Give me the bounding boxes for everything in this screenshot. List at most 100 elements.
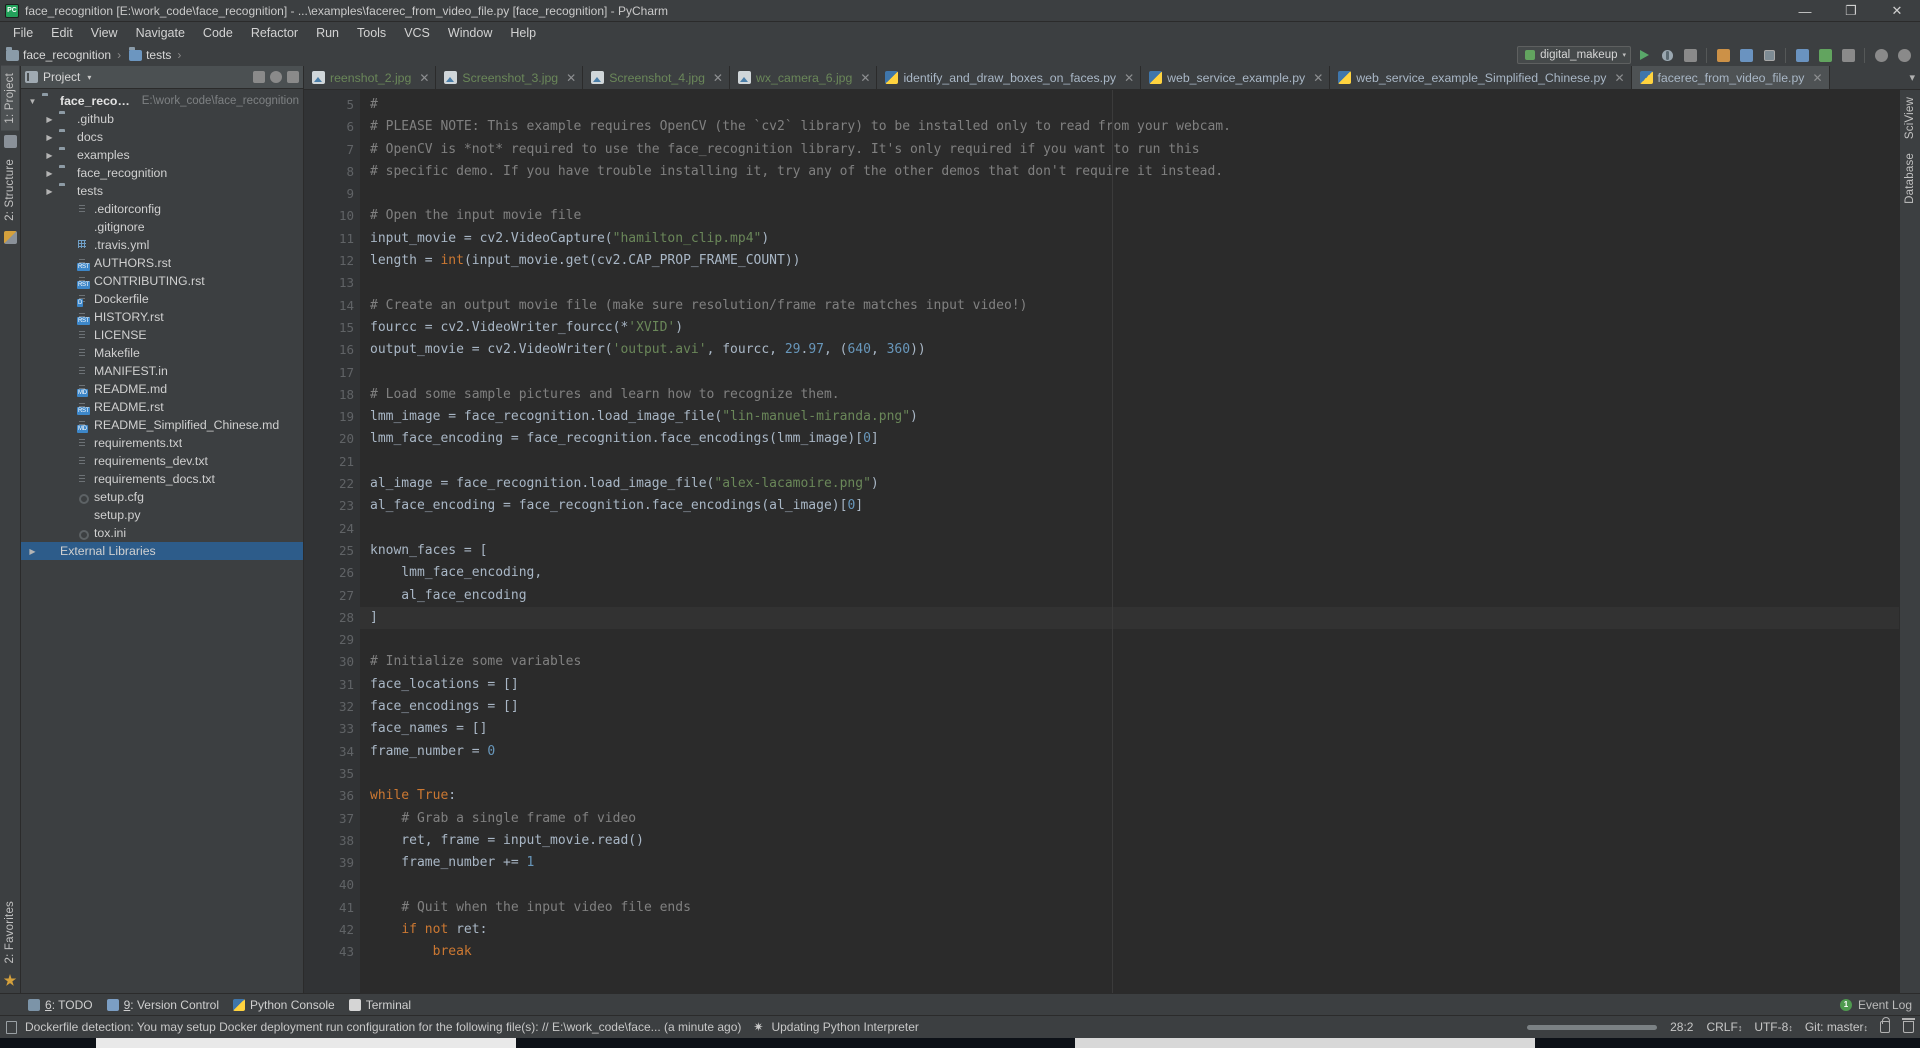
editor-tab[interactable]: facerec_from_video_file.py ✕ <box>1631 66 1830 89</box>
tree-item[interactable]: ▶ docs <box>21 128 303 146</box>
tree-item[interactable]: ▶RSTAUTHORS.rst <box>21 254 303 272</box>
chevron-right-icon[interactable]: ▶ <box>27 547 38 556</box>
gutter-line-number[interactable]: 43 <box>304 941 360 963</box>
code-line[interactable] <box>360 272 1899 294</box>
code-line[interactable]: # PLEASE NOTE: This example requires Ope… <box>360 116 1899 138</box>
chevron-right-icon[interactable]: ▶ <box>44 115 55 124</box>
profile-button[interactable] <box>1713 45 1733 65</box>
code-line[interactable] <box>360 518 1899 540</box>
close-icon[interactable]: ✕ <box>713 71 723 85</box>
hide-icon[interactable] <box>287 71 299 83</box>
code-line[interactable]: if not ret: <box>360 919 1899 941</box>
tree-item[interactable]: ▶requirements.txt <box>21 434 303 452</box>
code-line[interactable]: # OpenCV is *not* required to use the fa… <box>360 139 1899 161</box>
search-everywhere-button[interactable] <box>1894 45 1914 65</box>
tool-window-structure[interactable]: 2: Structure <box>1 152 19 228</box>
gutter-line-number[interactable]: 22 <box>304 473 360 495</box>
code-line[interactable]: frame_number += 1 <box>360 852 1899 874</box>
gutter-line-number[interactable]: 11 <box>304 228 360 250</box>
editor-tab[interactable]: web_service_example.py ✕ <box>1141 66 1331 89</box>
gutter-line-number[interactable]: 39 <box>304 852 360 874</box>
vcs-history-button[interactable] <box>1838 45 1858 65</box>
tree-item[interactable]: ▶RSTREADME.rst <box>21 398 303 416</box>
gutter-line-number[interactable]: 14 <box>304 295 360 317</box>
code-line[interactable]: known_faces = [ <box>360 540 1899 562</box>
close-icon[interactable]: ✕ <box>1614 71 1624 85</box>
tree-item[interactable]: ▶ External Libraries <box>21 542 303 560</box>
bottom-tool-window-version-control[interactable]: 9: Version Control <box>106 998 219 1012</box>
gutter-line-number[interactable]: 42 <box>304 919 360 941</box>
code-line[interactable]: face_names = [] <box>360 718 1899 740</box>
code-line[interactable]: ] <box>360 606 1899 630</box>
editor-tab[interactable]: wx_camera_6.jpg ✕ <box>729 66 878 89</box>
gutter-line-number[interactable]: 19 <box>304 406 360 428</box>
editor-tab[interactable]: identify_and_draw_boxes_on_faces.py ✕ <box>877 66 1142 89</box>
gutter-line-number[interactable]: 27 <box>304 585 360 607</box>
breadcrumb-item-tests[interactable]: tests › <box>127 46 187 62</box>
code-line[interactable]: length = int(input_movie.get(cv2.CAP_PRO… <box>360 250 1899 272</box>
attach-button[interactable] <box>1736 45 1756 65</box>
gutter-line-number[interactable]: 13 <box>304 272 360 294</box>
maximize-button[interactable]: ❐ <box>1828 0 1874 22</box>
bottom-tool-window-python-console[interactable]: Python Console <box>233 998 335 1012</box>
gutter-line-number[interactable]: 31 <box>304 674 360 696</box>
gutter-line-number[interactable]: 29 <box>304 629 360 651</box>
encoding-selector[interactable]: UTF-8↕ <box>1754 1020 1792 1034</box>
close-icon[interactable]: ✕ <box>566 71 576 85</box>
menu-tools[interactable]: Tools <box>348 24 395 42</box>
event-log-button[interactable]: Event Log <box>1858 998 1912 1012</box>
tree-item[interactable]: ▶ face_recognition <box>21 164 303 182</box>
gutter-line-number[interactable]: 24 <box>304 518 360 540</box>
gutter-line-number[interactable]: 25 <box>304 540 373 572</box>
code-line[interactable] <box>360 629 1899 651</box>
gutter-line-number[interactable]: 35 <box>304 763 360 785</box>
gutter-line-number[interactable]: 37 <box>304 808 360 830</box>
gutter-line-number[interactable]: 7 <box>304 139 360 161</box>
breadcrumb-item-project[interactable]: face_recognition › <box>4 46 127 62</box>
close-icon[interactable]: ✕ <box>1812 71 1822 85</box>
bottom-tool-window-terminal[interactable]: Terminal <box>348 998 411 1012</box>
code-line[interactable]: ret, frame = input_movie.read() <box>360 830 1899 852</box>
menu-help[interactable]: Help <box>501 24 545 42</box>
tree-item[interactable]: ▼ face_recognition E:\work_code\face_recog… <box>21 92 303 110</box>
code-line[interactable] <box>360 451 1899 473</box>
gutter-line-number[interactable]: 41 <box>304 897 360 919</box>
status-message[interactable]: Dockerfile detection: You may setup Dock… <box>25 1020 741 1034</box>
gutter-line-number[interactable]: 5 <box>304 94 360 116</box>
run-configuration-selector[interactable]: digital_makeup ▾ <box>1517 46 1631 64</box>
project-file-tree[interactable]: ▼ face_recognition E:\work_code\face_recog… <box>21 89 303 993</box>
code-line[interactable]: while True: <box>360 785 1899 807</box>
close-icon[interactable]: ✕ <box>860 71 870 85</box>
git-branch-selector[interactable]: Git: master↕ <box>1805 1020 1868 1034</box>
minimize-button[interactable]: — <box>1782 0 1828 22</box>
line-separator-selector[interactable]: CRLF↕ <box>1706 1020 1742 1034</box>
gutter-line-number[interactable]: 23 <box>304 495 360 517</box>
close-icon[interactable]: ✕ <box>1124 71 1134 85</box>
editor-tab[interactable]: web_service_example_Simplified_Chinese.p… <box>1330 66 1632 89</box>
code-line[interactable]: # <box>360 94 1899 116</box>
tree-item[interactable]: ▶MDREADME_Simplified_Chinese.md <box>21 416 303 434</box>
code-line[interactable]: # Create an output movie file (make sure… <box>360 295 1899 317</box>
gutter-line-number[interactable]: 12 <box>304 250 360 272</box>
tool-window-project[interactable]: 1: Project <box>1 66 19 131</box>
tree-item[interactable]: ▶LICENSE <box>21 326 303 344</box>
chevron-down-icon[interactable]: ▾ <box>87 73 91 82</box>
tool-window-sciview[interactable]: SciView <box>1901 90 1919 146</box>
tree-item[interactable]: ▶setup.cfg <box>21 488 303 506</box>
gear-icon[interactable] <box>270 71 282 83</box>
tree-item[interactable]: ▶MDREADME.md <box>21 380 303 398</box>
code-line[interactable] <box>360 874 1899 896</box>
gutter-line-number[interactable]: 10 <box>304 205 373 238</box>
menu-window[interactable]: Window <box>439 24 501 42</box>
lock-icon[interactable] <box>1880 1017 1890 1033</box>
tree-item[interactable]: ▶ tests <box>21 182 303 200</box>
tree-item[interactable]: ▶setup.py <box>21 506 303 524</box>
code-line[interactable]: # specific demo. If you have trouble ins… <box>360 161 1899 183</box>
stop-button[interactable] <box>1759 45 1779 65</box>
menu-navigate[interactable]: Navigate <box>127 24 194 42</box>
gutter-line-number[interactable]: 15 <box>304 317 360 339</box>
menu-run[interactable]: Run <box>307 24 348 42</box>
code-line[interactable]: input_movie = cv2.VideoCapture("hamilton… <box>360 228 1899 250</box>
gutter-line-number[interactable]: 30 <box>304 651 360 673</box>
debug-button[interactable] <box>1657 45 1677 65</box>
